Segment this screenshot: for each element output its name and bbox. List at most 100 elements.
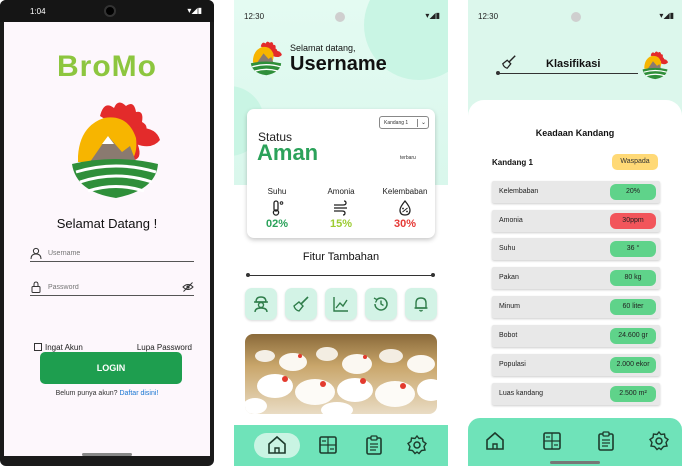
row-label: Bobot xyxy=(499,332,518,339)
updated-label: terbaru xyxy=(400,155,416,161)
calculator-icon xyxy=(543,432,561,450)
remember-label: Ingat Akun xyxy=(45,343,83,352)
app-mockup-stage: 1:04 ▾◢▮ BroMo Selamat Datang ! Username… xyxy=(0,0,683,466)
register-link[interactable]: Daftar disini! xyxy=(119,390,158,397)
nav-home[interactable] xyxy=(484,430,506,452)
list-item: Bobot 24.600 gr xyxy=(492,325,660,347)
nav-calculator[interactable] xyxy=(317,434,339,456)
list-item: Minum 60 liter xyxy=(492,296,660,318)
eye-off-icon[interactable] xyxy=(182,281,194,293)
list-item: Populasi 2.000 ekor xyxy=(492,354,660,376)
page-title: Klasifikasi xyxy=(546,58,601,70)
nav-calculator[interactable] xyxy=(541,430,563,452)
clean-icon xyxy=(502,55,516,69)
login-button[interactable]: LOGIN xyxy=(40,352,182,384)
lock-icon xyxy=(31,281,41,293)
home-icon xyxy=(486,431,504,450)
list-item: Kelembaban 20% xyxy=(492,181,660,203)
status-bar: 1:04 ▾◢▮ xyxy=(0,0,214,22)
feature-farmer-button[interactable] xyxy=(245,288,277,320)
title-divider xyxy=(496,71,638,75)
login-screen: 1:04 ▾◢▮ BroMo Selamat Datang ! Username… xyxy=(0,0,214,466)
list-item: Pakan 80 kg xyxy=(492,267,660,289)
front-camera xyxy=(571,12,581,22)
status-value: Aman xyxy=(257,140,319,165)
list-item: Suhu 36 ° xyxy=(492,238,660,260)
section-title: Keadaan Kandang xyxy=(535,128,615,138)
klasifikasi-screen: 12:30 ▾◢▮ Klasifikasi Keadaan Kandang Ka… xyxy=(468,0,682,466)
signal-battery-icon: ▾◢▮ xyxy=(187,6,202,15)
chart-icon xyxy=(333,297,348,312)
greeting-text: Selamat datang, xyxy=(290,43,356,53)
metric-label: Kelembaban xyxy=(382,187,428,196)
password-field xyxy=(30,280,194,296)
feature-history-button[interactable] xyxy=(365,288,397,320)
home-indicator xyxy=(550,461,600,464)
nav-report[interactable] xyxy=(363,434,385,456)
remember-checkbox[interactable]: Ingat Akun xyxy=(34,343,83,352)
signal-battery-icon: ▾◢▮ xyxy=(425,11,440,20)
settings-icon xyxy=(407,434,427,455)
row-value-chip: 60 liter xyxy=(610,299,656,315)
register-text: Belum punya akun? xyxy=(55,390,118,397)
rooster-logo-icon xyxy=(642,51,668,80)
humidity-icon xyxy=(399,200,411,216)
row-value-chip: 80 kg xyxy=(610,270,656,286)
metric-suhu: Suhu 02% xyxy=(247,187,307,230)
feature-chart-button[interactable] xyxy=(325,288,357,320)
feature-notification-button[interactable] xyxy=(405,288,437,320)
list-item: Amonia 30ppm xyxy=(492,210,660,232)
thermometer-icon xyxy=(272,200,284,216)
history-icon xyxy=(373,297,388,311)
nav-settings[interactable] xyxy=(648,430,670,452)
password-input[interactable] xyxy=(48,280,178,294)
row-label: Minum xyxy=(499,303,521,310)
metric-label: Suhu xyxy=(267,187,287,196)
status-card: Kandang 1 ⌄ Status Aman terbaru Suhu 02%… xyxy=(247,109,435,238)
nav-settings[interactable] xyxy=(406,434,428,456)
row-value-chip: 2.000 ekor xyxy=(610,357,656,373)
settings-icon xyxy=(649,430,669,451)
bottom-nav xyxy=(234,425,448,466)
home-indicator xyxy=(82,453,132,456)
rooster-logo-icon xyxy=(250,41,282,76)
row-value-chip: 20% xyxy=(610,184,656,200)
forgot-password-link[interactable]: Lupa Password xyxy=(137,343,192,352)
clean-icon xyxy=(293,296,309,312)
row-label: Kelembaban xyxy=(499,188,539,195)
checkbox-square[interactable] xyxy=(34,343,42,351)
metric-value: 15% xyxy=(329,218,353,230)
row-value-chip: 30ppm xyxy=(610,213,656,229)
feature-clean-button[interactable] xyxy=(285,288,317,320)
home-icon xyxy=(268,435,286,454)
dropdown-divider xyxy=(417,119,418,127)
row-label: Pakan xyxy=(499,274,519,281)
features-title: Fitur Tambahan xyxy=(302,251,380,263)
nav-report[interactable] xyxy=(595,430,617,452)
row-label: Populasi xyxy=(499,361,526,368)
chicken-farm-photo xyxy=(245,334,437,414)
username-input[interactable] xyxy=(48,246,178,260)
metric-kelembaban: Kelembaban 30% xyxy=(375,187,435,230)
bell-icon xyxy=(414,297,428,312)
list-item: Luas kandang 2.500 m² xyxy=(492,383,660,405)
clipboard-icon xyxy=(598,431,614,451)
row-value-chip: 36 ° xyxy=(610,241,656,257)
row-value-chip: 24.600 gr xyxy=(610,328,656,344)
status-time: 1:04 xyxy=(30,7,46,16)
nav-home[interactable] xyxy=(266,434,288,456)
chevron-down-icon: ⌄ xyxy=(420,120,426,126)
brand-title: BroMo xyxy=(57,50,157,83)
kandang-dropdown[interactable]: Kandang 1 ⌄ xyxy=(379,116,429,129)
clipboard-icon xyxy=(366,435,382,455)
calculator-icon xyxy=(319,436,337,454)
features-divider xyxy=(246,273,435,277)
front-camera xyxy=(335,12,345,22)
status-badge: Waspada xyxy=(612,154,658,170)
username-heading: Username xyxy=(290,53,387,75)
wind-icon xyxy=(334,200,347,216)
metric-value: 02% xyxy=(265,218,289,230)
metric-value: 30% xyxy=(393,218,417,230)
login-body: BroMo Selamat Datang ! Username Ingat Ak… xyxy=(4,22,210,456)
kandang-label: Kandang 1 xyxy=(492,158,533,167)
